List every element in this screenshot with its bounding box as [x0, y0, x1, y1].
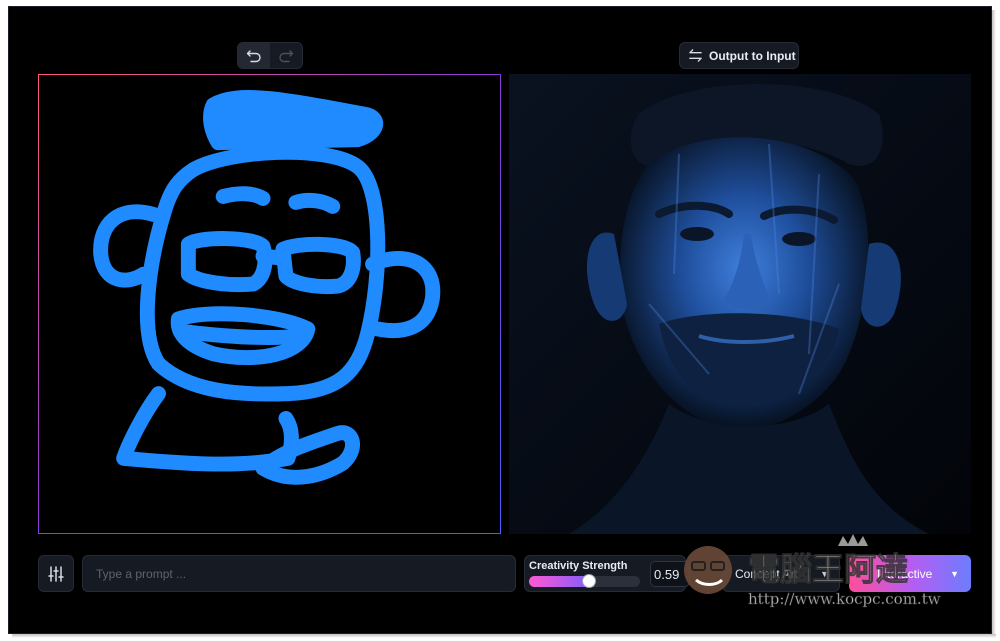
output-to-input-button[interactable]: Output to Input	[679, 42, 799, 69]
chevron-down-icon: ▼	[950, 568, 959, 579]
creativity-strength-value[interactable]: 0.59	[650, 561, 690, 587]
creativity-strength-control: Creativity Strength 0.59	[524, 555, 690, 592]
style-select-value: Concept Art	[735, 566, 798, 581]
mode-select-value: Interactive	[877, 566, 933, 581]
style-select[interactable]: Concept Art ▼	[722, 555, 840, 592]
prompt-input[interactable]	[82, 555, 516, 592]
window-shadow-bottom	[12, 634, 996, 638]
generated-portrait-image	[509, 74, 971, 534]
drawing-canvas[interactable]	[38, 74, 501, 534]
redo-button[interactable]	[270, 43, 302, 68]
mode-select[interactable]: Interactive ▼	[849, 555, 971, 592]
chevron-down-icon: ▼	[820, 568, 829, 579]
swap-arrows-icon	[689, 49, 702, 62]
sliders-icon	[48, 565, 64, 582]
undo-icon	[246, 49, 261, 62]
window-shadow-right	[992, 10, 996, 636]
creativity-strength-label: Creativity Strength	[529, 560, 628, 572]
portrait-illustration	[509, 74, 971, 534]
undo-redo-group	[237, 42, 303, 69]
redo-icon	[279, 49, 294, 62]
output-to-input-label: Output to Input	[709, 48, 796, 63]
sketch-drawing	[93, 90, 441, 485]
undo-button[interactable]	[238, 43, 270, 68]
creativity-strength-thumb[interactable]	[582, 574, 596, 588]
settings-button[interactable]	[38, 555, 74, 592]
